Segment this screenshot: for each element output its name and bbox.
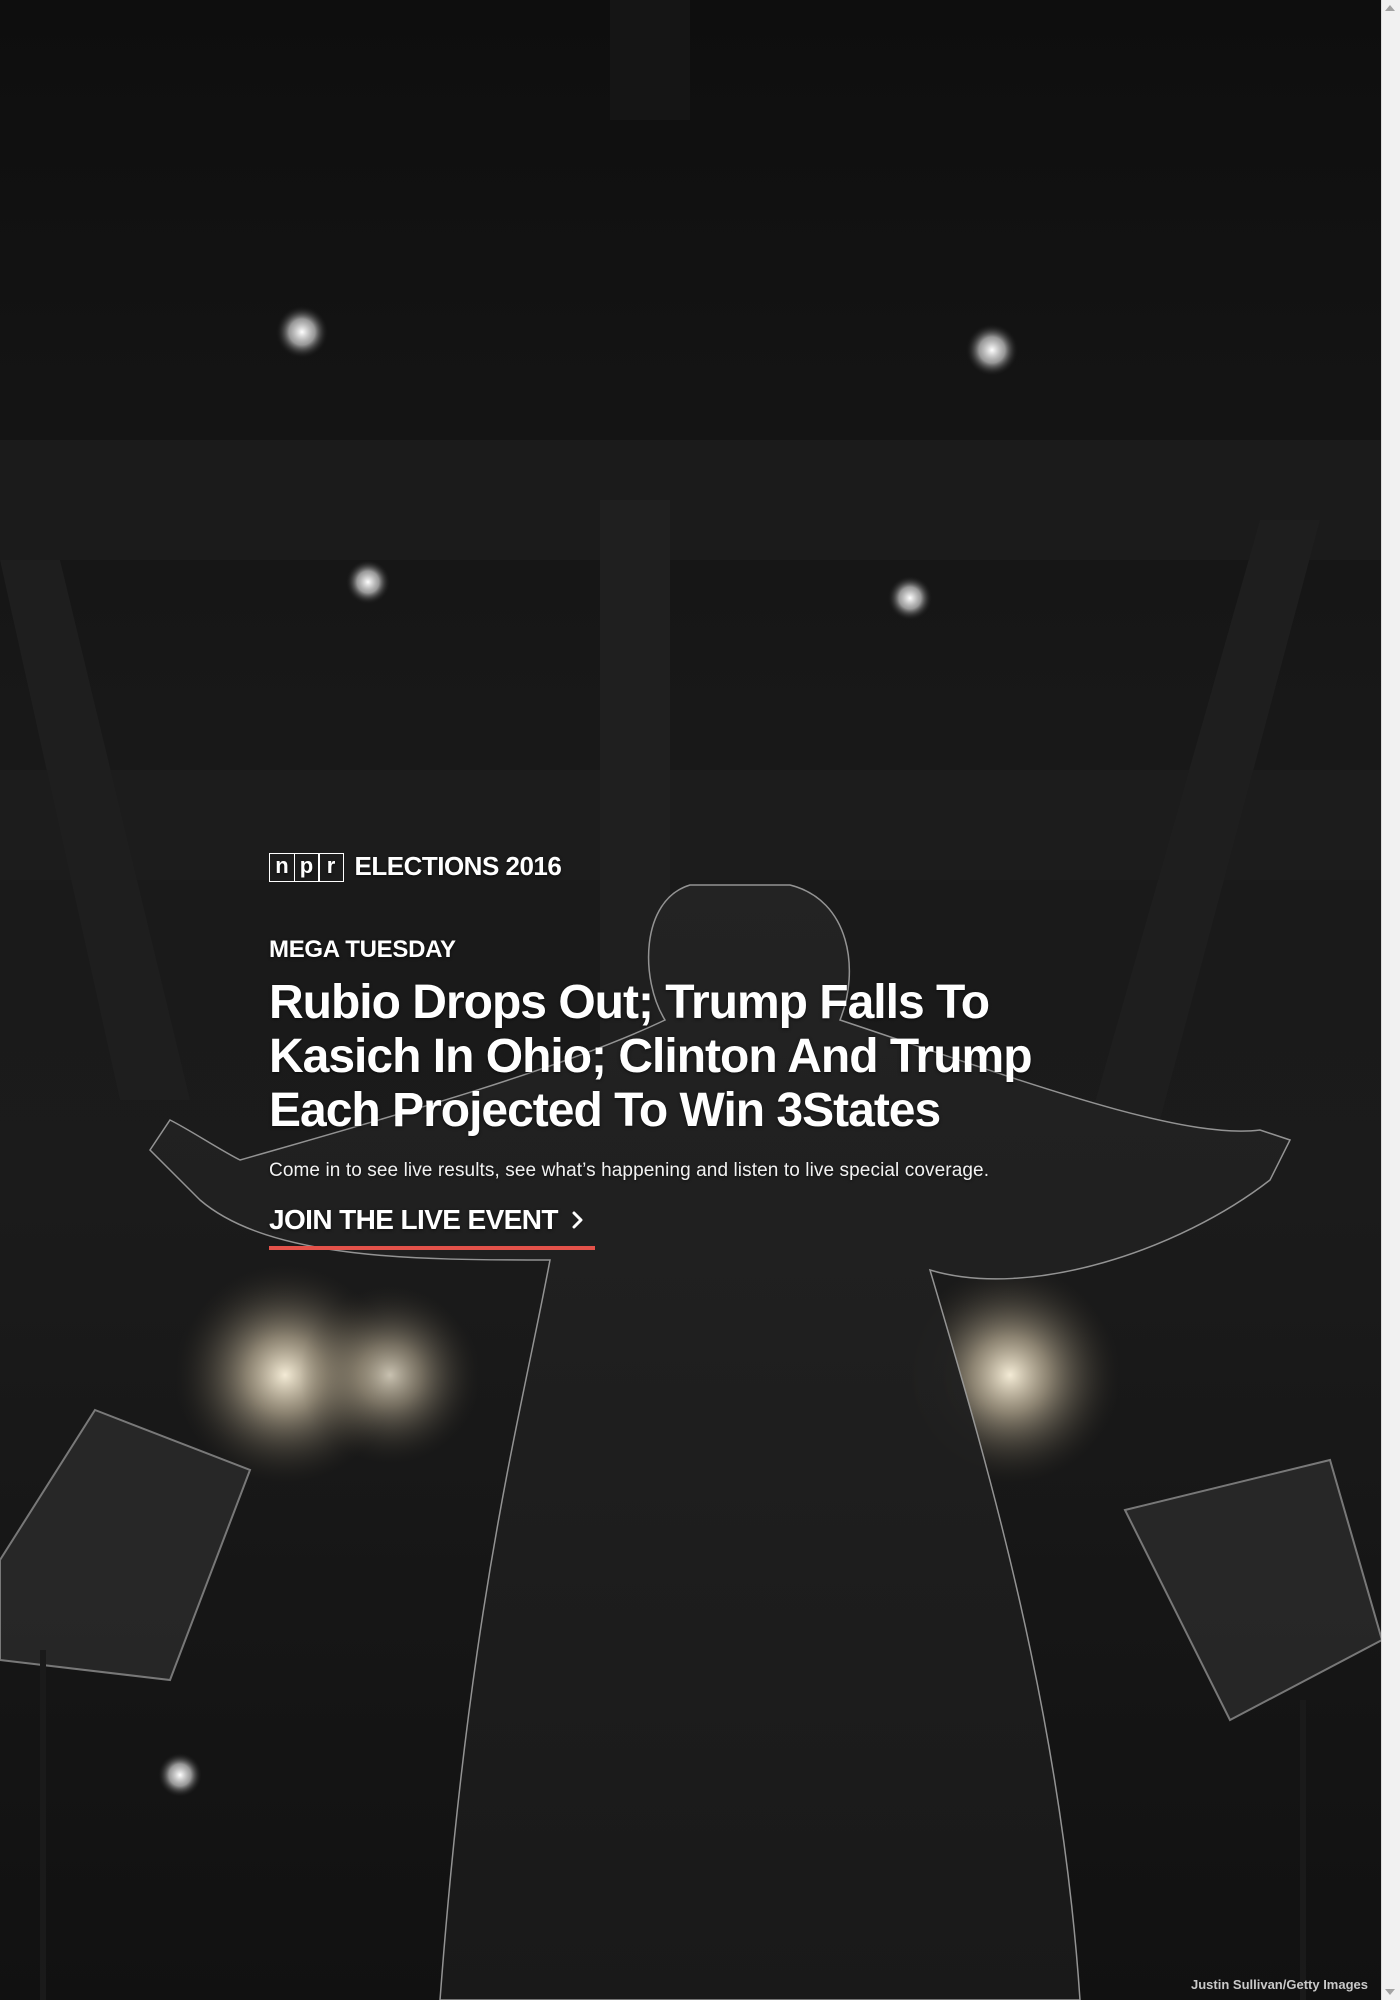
npr-logo-letter-n: n [269, 853, 295, 882]
npr-logo-letter-p: p [293, 853, 320, 882]
story-headline[interactable]: Rubio Drops Out; Trump Falls To Kasich I… [269, 976, 1129, 1138]
scroll-up-arrow-icon[interactable] [1385, 5, 1395, 11]
story-teaser: Come in to see live results, see what’s … [269, 1160, 990, 1181]
npr-logo[interactable]: n p r [269, 853, 344, 882]
join-live-event-button[interactable]: JOIN THE LIVE EVENT [269, 1204, 595, 1250]
brand-header: n p r ELECTIONS 2016 [269, 850, 1169, 882]
join-live-event-label: JOIN THE LIVE EVENT [269, 1204, 558, 1235]
hero-content: n p r ELECTIONS 2016 MEGA TUESDAY Rubio … [269, 850, 1169, 1250]
vertical-scrollbar[interactable] [1381, 0, 1400, 2000]
photo-credit: Justin Sullivan/Getty Images [1191, 1977, 1368, 1992]
section-title[interactable]: ELECTIONS 2016 [355, 851, 562, 882]
page: n p r ELECTIONS 2016 MEGA TUESDAY Rubio … [0, 0, 1400, 2000]
story-kicker: MEGA TUESDAY [269, 936, 456, 963]
chevron-right-icon [572, 1211, 583, 1229]
scroll-down-arrow-icon[interactable] [1385, 1989, 1395, 1995]
npr-logo-letter-r: r [318, 853, 344, 882]
